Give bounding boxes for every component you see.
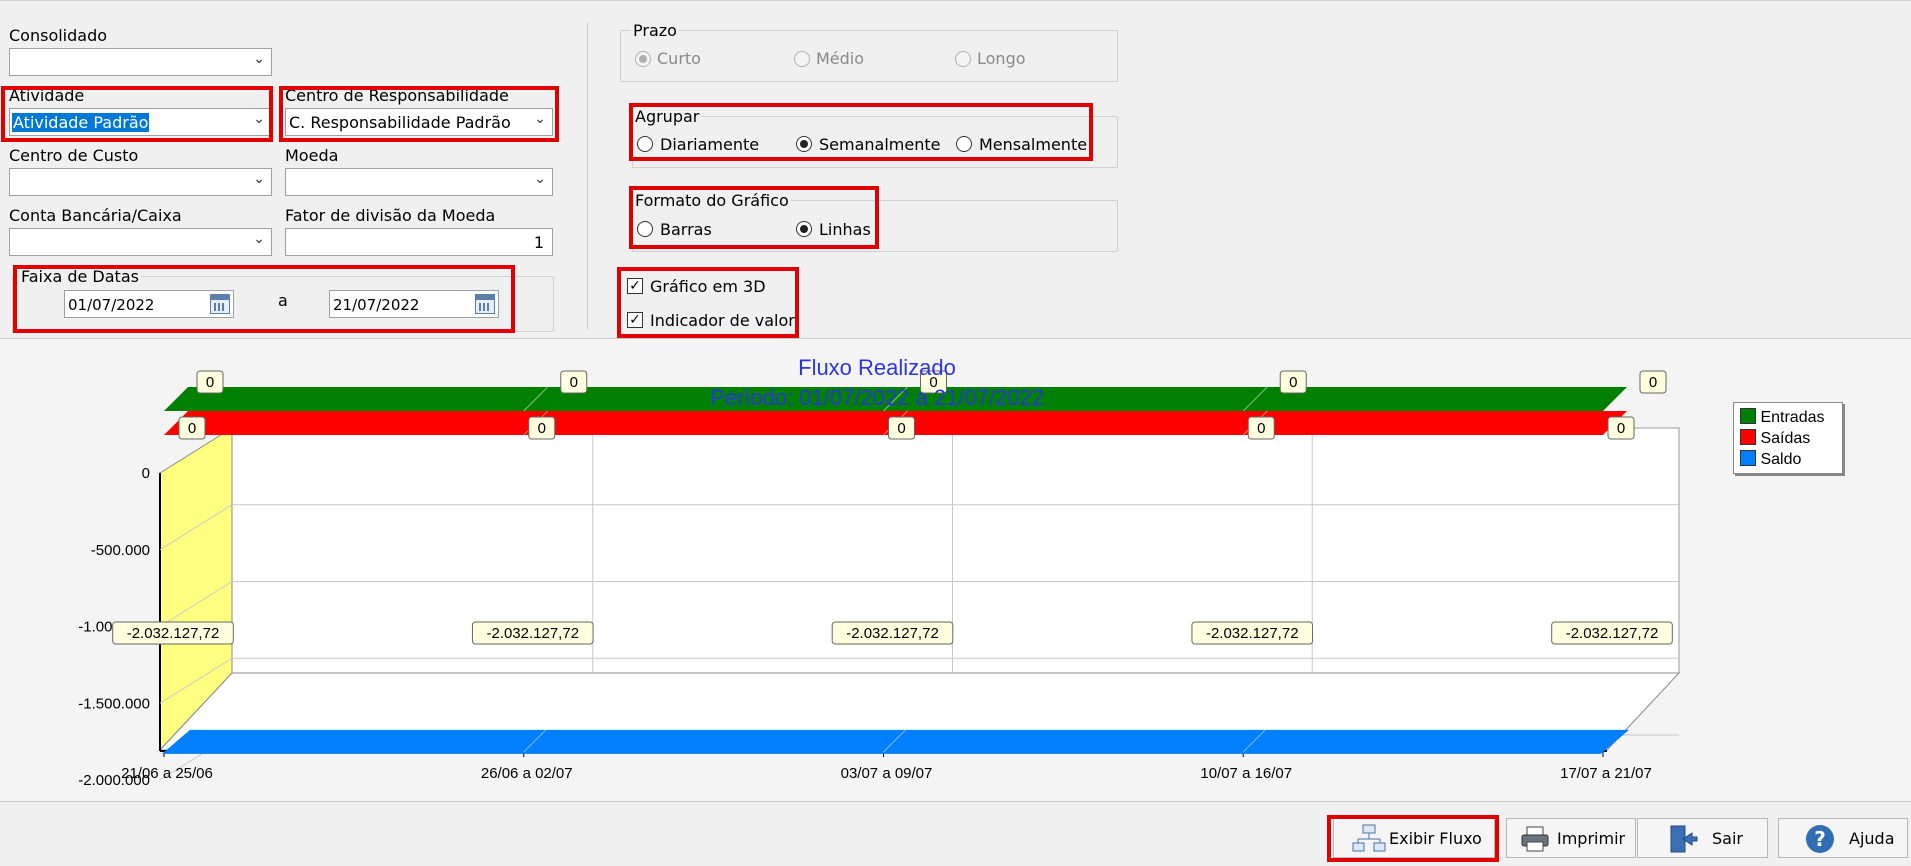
chevron-down-icon: ⌄ (253, 231, 265, 247)
consolidado-label: Consolidado (9, 26, 108, 45)
prazo-longo-radio[interactable] (955, 51, 971, 67)
legend-swatch-entradas (1740, 408, 1756, 424)
printer-icon (1521, 826, 1549, 852)
saidas-value-label: 0 (1617, 420, 1625, 437)
y-tick-label: 0 (142, 465, 150, 482)
x-tick-label: 17/07 a 21/07 (1560, 765, 1652, 782)
legend-label-entradas: Entradas (1760, 409, 1825, 426)
fator-divisao-value: 1 (533, 233, 544, 252)
sair-button[interactable]: Sair (1637, 818, 1768, 858)
legend-item-saidas: Saídas (1740, 429, 1810, 448)
entradas-value-label: 0 (1289, 374, 1297, 391)
x-tick-label: 21/06 a 25/06 (121, 765, 213, 782)
chart: 0-500.000-1.000.000-1.500.000-2.000.0002… (78, 355, 1681, 789)
svg-text:?: ? (1814, 827, 1826, 851)
highlight-exibir-fluxo (1327, 815, 1499, 862)
exit-icon (1670, 825, 1698, 853)
ajuda-label: Ajuda (1849, 829, 1895, 848)
prazo-medio-radio[interactable] (794, 51, 810, 67)
chart-legend: Entradas Saídas Saldo (1733, 402, 1843, 474)
prazo-curto-label: Curto (657, 49, 701, 68)
saidas-value-label: 0 (538, 420, 546, 437)
saldo-value-label: -2.032.127,72 (846, 625, 939, 642)
chevron-down-icon: ⌄ (253, 51, 265, 67)
prazo-longo-label: Longo (977, 49, 1026, 68)
saidas-value-label: 0 (897, 420, 905, 437)
conta-bancaria-label: Conta Bancária/Caixa (9, 206, 182, 225)
series-saldo-ribbon (162, 729, 1629, 754)
centro-custo-combo[interactable]: ⌄ (9, 168, 272, 196)
chart-title: Fluxo Realizado (798, 355, 956, 380)
chevron-down-icon: ⌄ (253, 171, 265, 187)
highlight-checkboxes (617, 267, 799, 338)
consolidado-combo[interactable]: ⌄ (9, 48, 272, 76)
saldo-value-label: -2.032.127,72 (127, 625, 220, 642)
conta-bancaria-combo[interactable]: ⌄ (9, 228, 272, 256)
x-tick-label: 10/07 a 16/07 (1200, 765, 1292, 782)
legend-swatch-saldo (1740, 450, 1756, 466)
prazo-curto-radio[interactable] (635, 51, 651, 67)
centro-custo-label: Centro de Custo (9, 146, 139, 165)
y-tick-label: -500.000 (91, 542, 150, 559)
vertical-divider (587, 22, 588, 330)
legend-label-saidas: Saídas (1760, 430, 1811, 447)
entradas-value-label: 0 (570, 374, 578, 391)
entradas-value-label: 0 (206, 374, 214, 391)
entradas-value-label: 0 (1649, 374, 1657, 391)
fator-divisao-label: Fator de divisão da Moeda (285, 206, 496, 225)
prazo-medio-label: Médio (816, 49, 865, 68)
saidas-value-label: 0 (1257, 420, 1265, 437)
highlight-centro-responsabilidade (279, 86, 559, 142)
chevron-down-icon: ⌄ (534, 171, 546, 187)
highlight-formato (629, 186, 879, 249)
x-tick-label: 03/07 a 09/07 (841, 765, 933, 782)
chart-back-wall (231, 427, 1680, 674)
prazo-title: Prazo (631, 21, 679, 40)
imprimir-label: Imprimir (1557, 829, 1626, 848)
help-icon: ? (1806, 825, 1834, 853)
saidas-value-label: 0 (188, 420, 196, 437)
saldo-value-label: -2.032.127,72 (1566, 625, 1659, 642)
imprimir-button[interactable]: Imprimir (1506, 818, 1636, 858)
highlight-agrupar (629, 103, 1093, 161)
legend-item-saldo: Saldo (1740, 450, 1801, 469)
x-tick-label: 26/06 a 02/07 (481, 765, 573, 782)
sair-label: Sair (1712, 829, 1743, 848)
legend-label-saldo: Saldo (1760, 451, 1802, 468)
fator-divisao-input[interactable]: 1 (285, 228, 553, 256)
saldo-value-label: -2.032.127,72 (486, 625, 579, 642)
highlight-atividade (1, 86, 273, 142)
moeda-label: Moeda (285, 146, 339, 165)
ajuda-button[interactable]: ? Ajuda (1778, 818, 1908, 858)
saldo-value-label: -2.032.127,72 (1206, 625, 1299, 642)
highlight-faixa-datas (13, 265, 515, 333)
legend-item-entradas: Entradas (1740, 408, 1825, 427)
legend-swatch-saidas (1740, 429, 1756, 445)
chart-subtitle: Período: 01/07/2022 a 21/07/2022 (710, 385, 1044, 410)
y-tick-label: -1.500.000 (78, 695, 150, 712)
moeda-combo[interactable]: ⌄ (285, 168, 553, 196)
